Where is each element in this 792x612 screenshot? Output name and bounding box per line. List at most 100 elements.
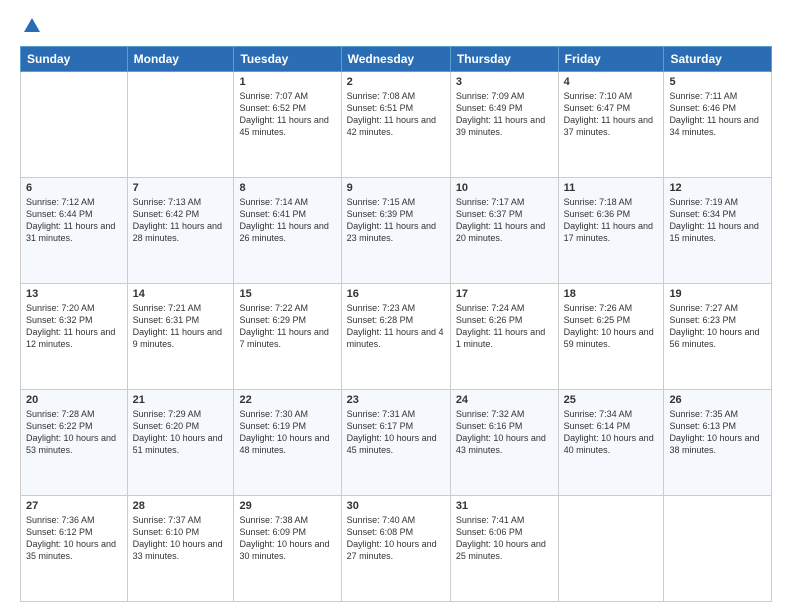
day-number: 5 bbox=[669, 76, 766, 88]
cell-details: Sunrise: 7:38 AMSunset: 6:09 PMDaylight:… bbox=[239, 514, 335, 563]
logo bbox=[20, 16, 42, 36]
day-number: 30 bbox=[347, 500, 445, 512]
day-number: 16 bbox=[347, 288, 445, 300]
weekday-header-cell: Thursday bbox=[450, 47, 558, 72]
cell-details: Sunrise: 7:24 AMSunset: 6:26 PMDaylight:… bbox=[456, 302, 553, 351]
cell-details: Sunrise: 7:35 AMSunset: 6:13 PMDaylight:… bbox=[669, 408, 766, 457]
day-number: 15 bbox=[239, 288, 335, 300]
calendar-cell: 11 Sunrise: 7:18 AMSunset: 6:36 PMDayligh… bbox=[558, 178, 664, 284]
calendar-cell: 20 Sunrise: 7:28 AMSunset: 6:22 PMDayligh… bbox=[21, 390, 128, 496]
day-number: 27 bbox=[26, 500, 122, 512]
day-number: 17 bbox=[456, 288, 553, 300]
calendar-cell: 23Sunrise: 7:31 AMSunset: 6:17 PMDayligh… bbox=[341, 390, 450, 496]
day-number: 20 bbox=[26, 394, 122, 406]
calendar-cell: 4 Sunrise: 7:10 AMSunset: 6:47 PMDaylight… bbox=[558, 72, 664, 178]
cell-details: Sunrise: 7:41 AMSunset: 6:06 PMDaylight:… bbox=[456, 514, 553, 563]
cell-details: Sunrise: 7:31 AMSunset: 6:17 PMDaylight:… bbox=[347, 408, 445, 457]
header bbox=[20, 16, 772, 36]
day-number: 18 bbox=[564, 288, 659, 300]
calendar-cell: 28 Sunrise: 7:37 AMSunset: 6:10 PMDayligh… bbox=[127, 496, 234, 602]
cell-details: Sunrise: 7:28 AMSunset: 6:22 PMDaylight:… bbox=[26, 408, 122, 457]
calendar-cell: 12 Sunrise: 7:19 AMSunset: 6:34 PMDayligh… bbox=[664, 178, 772, 284]
weekday-header-cell: Friday bbox=[558, 47, 664, 72]
calendar-cell: 15 Sunrise: 7:22 AMSunset: 6:29 PMDayligh… bbox=[234, 284, 341, 390]
cell-details: Sunrise: 7:11 AMSunset: 6:46 PMDaylight:… bbox=[669, 90, 766, 139]
calendar-cell: 5 Sunrise: 7:11 AMSunset: 6:46 PMDaylight… bbox=[664, 72, 772, 178]
calendar-cell bbox=[664, 496, 772, 602]
calendar-week-row: 27 Sunrise: 7:36 AMSunset: 6:12 PMDayligh… bbox=[21, 496, 772, 602]
day-number: 28 bbox=[133, 500, 229, 512]
cell-details: Sunrise: 7:23 AMSunset: 6:28 PMDaylight:… bbox=[347, 302, 445, 351]
weekday-header-cell: Saturday bbox=[664, 47, 772, 72]
calendar-week-row: 1 Sunrise: 7:07 AMSunset: 6:52 PMDaylight… bbox=[21, 72, 772, 178]
calendar-cell: 16 Sunrise: 7:23 AMSunset: 6:28 PMDayligh… bbox=[341, 284, 450, 390]
cell-details: Sunrise: 7:14 AMSunset: 6:41 PMDaylight:… bbox=[239, 196, 335, 245]
cell-details: Sunrise: 7:21 AMSunset: 6:31 PMDaylight:… bbox=[133, 302, 229, 351]
day-number: 1 bbox=[239, 76, 335, 88]
calendar-cell: 3Sunrise: 7:09 AMSunset: 6:49 PMDaylight… bbox=[450, 72, 558, 178]
calendar-cell: 27 Sunrise: 7:36 AMSunset: 6:12 PMDayligh… bbox=[21, 496, 128, 602]
cell-details: Sunrise: 7:07 AMSunset: 6:52 PMDaylight:… bbox=[239, 90, 335, 139]
cell-details: Sunrise: 7:29 AMSunset: 6:20 PMDaylight:… bbox=[133, 408, 229, 457]
cell-details: Sunrise: 7:26 AMSunset: 6:25 PMDaylight:… bbox=[564, 302, 659, 351]
cell-details: Sunrise: 7:36 AMSunset: 6:12 PMDaylight:… bbox=[26, 514, 122, 563]
day-number: 19 bbox=[669, 288, 766, 300]
day-number: 31 bbox=[456, 500, 553, 512]
calendar-cell bbox=[21, 72, 128, 178]
calendar-cell: 1 Sunrise: 7:07 AMSunset: 6:52 PMDaylight… bbox=[234, 72, 341, 178]
calendar-body: 1 Sunrise: 7:07 AMSunset: 6:52 PMDaylight… bbox=[21, 72, 772, 602]
day-number: 26 bbox=[669, 394, 766, 406]
calendar-cell: 26 Sunrise: 7:35 AMSunset: 6:13 PMDayligh… bbox=[664, 390, 772, 496]
day-number: 25 bbox=[564, 394, 659, 406]
cell-details: Sunrise: 7:34 AMSunset: 6:14 PMDaylight:… bbox=[564, 408, 659, 457]
calendar-cell: 19 Sunrise: 7:27 AMSunset: 6:23 PMDayligh… bbox=[664, 284, 772, 390]
calendar-cell: 17 Sunrise: 7:24 AMSunset: 6:26 PMDayligh… bbox=[450, 284, 558, 390]
calendar-week-row: 20 Sunrise: 7:28 AMSunset: 6:22 PMDayligh… bbox=[21, 390, 772, 496]
calendar-cell: 10Sunrise: 7:17 AMSunset: 6:37 PMDayligh… bbox=[450, 178, 558, 284]
calendar-week-row: 6Sunrise: 7:12 AMSunset: 6:44 PMDaylight… bbox=[21, 178, 772, 284]
day-number: 6 bbox=[26, 182, 122, 194]
day-number: 12 bbox=[669, 182, 766, 194]
calendar-cell: 13 Sunrise: 7:20 AMSunset: 6:32 PMDayligh… bbox=[21, 284, 128, 390]
cell-details: Sunrise: 7:19 AMSunset: 6:34 PMDaylight:… bbox=[669, 196, 766, 245]
day-number: 21 bbox=[133, 394, 229, 406]
cell-details: Sunrise: 7:17 AMSunset: 6:37 PMDaylight:… bbox=[456, 196, 553, 245]
cell-details: Sunrise: 7:40 AMSunset: 6:08 PMDaylight:… bbox=[347, 514, 445, 563]
calendar-cell bbox=[127, 72, 234, 178]
calendar-cell: 2Sunrise: 7:08 AMSunset: 6:51 PMDaylight… bbox=[341, 72, 450, 178]
cell-details: Sunrise: 7:32 AMSunset: 6:16 PMDaylight:… bbox=[456, 408, 553, 457]
weekday-header-cell: Monday bbox=[127, 47, 234, 72]
cell-details: Sunrise: 7:20 AMSunset: 6:32 PMDaylight:… bbox=[26, 302, 122, 351]
weekday-header-cell: Tuesday bbox=[234, 47, 341, 72]
calendar-cell bbox=[558, 496, 664, 602]
cell-details: Sunrise: 7:13 AMSunset: 6:42 PMDaylight:… bbox=[133, 196, 229, 245]
day-number: 4 bbox=[564, 76, 659, 88]
weekday-header-cell: Sunday bbox=[21, 47, 128, 72]
cell-details: Sunrise: 7:18 AMSunset: 6:36 PMDaylight:… bbox=[564, 196, 659, 245]
day-number: 8 bbox=[239, 182, 335, 194]
cell-details: Sunrise: 7:22 AMSunset: 6:29 PMDaylight:… bbox=[239, 302, 335, 351]
day-number: 11 bbox=[564, 182, 659, 194]
cell-details: Sunrise: 7:10 AMSunset: 6:47 PMDaylight:… bbox=[564, 90, 659, 139]
day-number: 22 bbox=[239, 394, 335, 406]
logo-triangle-icon bbox=[22, 16, 42, 36]
cell-details: Sunrise: 7:30 AMSunset: 6:19 PMDaylight:… bbox=[239, 408, 335, 457]
cell-details: Sunrise: 7:08 AMSunset: 6:51 PMDaylight:… bbox=[347, 90, 445, 139]
cell-details: Sunrise: 7:27 AMSunset: 6:23 PMDaylight:… bbox=[669, 302, 766, 351]
day-number: 14 bbox=[133, 288, 229, 300]
calendar-cell: 22 Sunrise: 7:30 AMSunset: 6:19 PMDayligh… bbox=[234, 390, 341, 496]
calendar-cell: 6Sunrise: 7:12 AMSunset: 6:44 PMDaylight… bbox=[21, 178, 128, 284]
day-number: 7 bbox=[133, 182, 229, 194]
calendar-week-row: 13 Sunrise: 7:20 AMSunset: 6:32 PMDayligh… bbox=[21, 284, 772, 390]
page: SundayMondayTuesdayWednesdayThursdayFrid… bbox=[0, 0, 792, 612]
day-number: 13 bbox=[26, 288, 122, 300]
calendar-cell: 31 Sunrise: 7:41 AMSunset: 6:06 PMDayligh… bbox=[450, 496, 558, 602]
weekday-header-row: SundayMondayTuesdayWednesdayThursdayFrid… bbox=[21, 47, 772, 72]
calendar-cell: 9Sunrise: 7:15 AMSunset: 6:39 PMDaylight… bbox=[341, 178, 450, 284]
day-number: 9 bbox=[347, 182, 445, 194]
day-number: 3 bbox=[456, 76, 553, 88]
cell-details: Sunrise: 7:37 AMSunset: 6:10 PMDaylight:… bbox=[133, 514, 229, 563]
weekday-header-cell: Wednesday bbox=[341, 47, 450, 72]
calendar-cell: 18 Sunrise: 7:26 AMSunset: 6:25 PMDayligh… bbox=[558, 284, 664, 390]
calendar-table: SundayMondayTuesdayWednesdayThursdayFrid… bbox=[20, 46, 772, 602]
